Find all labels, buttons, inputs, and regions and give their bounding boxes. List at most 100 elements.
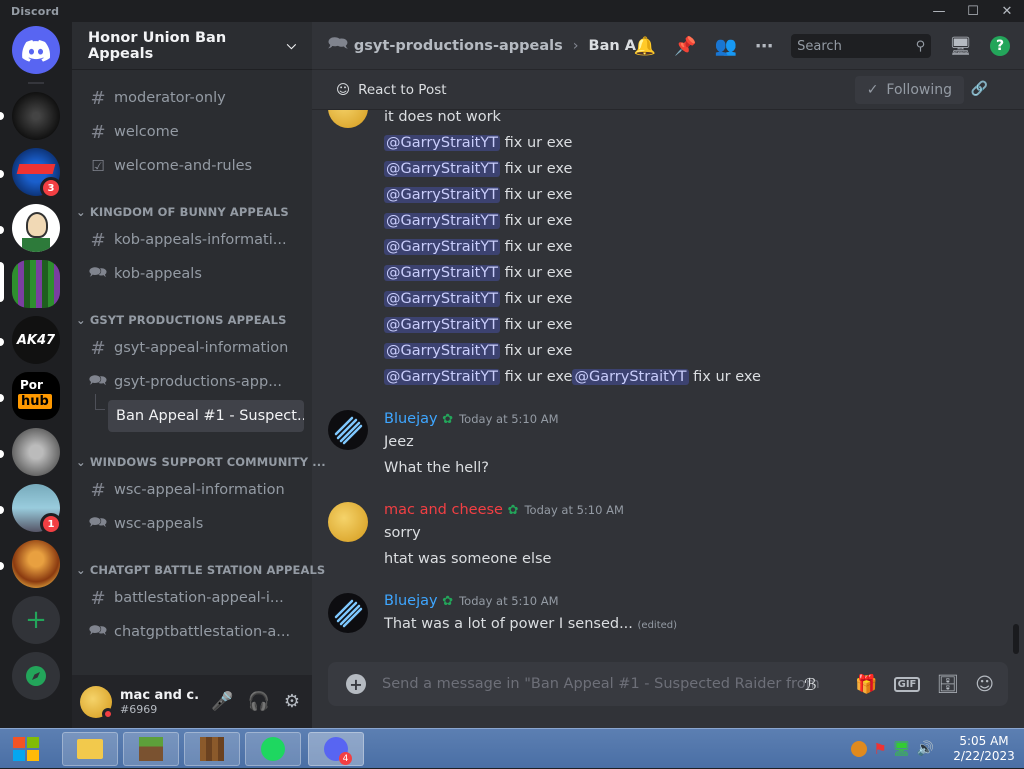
pin-icon[interactable]: 📌 bbox=[674, 36, 696, 57]
file-explorer-icon[interactable] bbox=[62, 732, 118, 766]
server-cartoon-icon[interactable] bbox=[12, 204, 60, 252]
server-tank-icon[interactable] bbox=[12, 428, 60, 476]
mention[interactable]: @GarryStraitYT bbox=[572, 369, 689, 385]
message-text: sorry bbox=[384, 525, 421, 541]
windows-taskbar: 4 ⚑ 🖥 🔊 5:05 AM 2/22/2023 bbox=[0, 728, 1024, 768]
channel-kob-appeals-information[interactable]: # kob-appeals-informati... bbox=[80, 224, 304, 256]
channel-gsyt-productions-appeals[interactable]: 🗪 gsyt-productions-app... bbox=[80, 366, 304, 398]
channel-chatgptbattlestation-appeals[interactable]: 🗪 chatgptbattlestation-a... bbox=[80, 616, 304, 648]
channel-wsc-appeal-information[interactable]: # wsc-appeal-information bbox=[80, 474, 304, 506]
mention[interactable]: @GarryStraitYT bbox=[384, 291, 501, 307]
message-text: @GarryStraitYT fix ur exe bbox=[384, 213, 573, 229]
message-composer[interactable]: + Send a message in "Ban Appeal #1 - Sus… bbox=[328, 662, 1008, 706]
category-kob[interactable]: ⌄ KINGDOM OF BUNNY APPEALS bbox=[76, 205, 289, 219]
server-dark-icon[interactable] bbox=[12, 92, 60, 140]
avatar[interactable] bbox=[328, 502, 368, 542]
bell-icon[interactable]: 🔔 bbox=[634, 36, 656, 57]
home-discord-icon[interactable] bbox=[12, 26, 60, 74]
members-icon[interactable]: 👥 bbox=[715, 36, 737, 57]
message-input[interactable]: Send a message in "Ban Appeal #1 - Suspe… bbox=[382, 676, 822, 692]
react-to-post-button[interactable]: ☺ React to Post bbox=[336, 82, 447, 98]
message-text: @GarryStraitYT fix ur exe bbox=[384, 187, 573, 203]
close-button[interactable]: ✕ bbox=[990, 0, 1024, 22]
mention[interactable]: @GarryStraitYT bbox=[384, 317, 501, 333]
mention[interactable]: @GarryStraitYT bbox=[384, 161, 501, 177]
channel-welcome-and-rules[interactable]: ☑ welcome-and-rules bbox=[80, 150, 304, 182]
channel-kob-appeals[interactable]: 🗪 kob-appeals bbox=[80, 258, 304, 290]
channel-sidebar: Honor Union Ban Appeals ⌵ # moderator-onl… bbox=[72, 22, 326, 728]
server-ak47-icon[interactable]: AK47 bbox=[12, 316, 60, 364]
channel-battlestation-appeal-info[interactable]: # battlestation-appeal-i... bbox=[80, 582, 304, 614]
start-button[interactable] bbox=[0, 732, 52, 766]
server-rail: 3 AK47 Por hub 1 + bbox=[0, 22, 72, 728]
headphones-icon[interactable]: 🎧 bbox=[247, 691, 269, 712]
guild-header[interactable]: Honor Union Ban Appeals ⌵ bbox=[72, 22, 312, 70]
channel-gsyt-appeal-information[interactable]: # gsyt-appeal-information bbox=[80, 332, 304, 364]
gif-button[interactable]: GIF bbox=[893, 676, 921, 692]
flag-icon[interactable]: ⚑ bbox=[873, 740, 886, 758]
gear-icon[interactable]: ⚙ bbox=[284, 691, 300, 712]
author-name[interactable]: Bluejay bbox=[384, 593, 438, 609]
unread-badge: 1 bbox=[40, 513, 62, 535]
minecraft-icon[interactable] bbox=[184, 732, 240, 766]
mention[interactable]: @GarryStraitYT bbox=[384, 135, 501, 151]
category-wsc[interactable]: ⌄ WINDOWS SUPPORT COMMUNITY ... bbox=[76, 455, 326, 469]
chevron-icon[interactable] bbox=[851, 741, 868, 757]
sprout-badge-icon: ✿ bbox=[442, 412, 454, 427]
spotify-icon[interactable] bbox=[245, 732, 301, 766]
guild-name: Honor Union Ban Appeals bbox=[88, 29, 227, 62]
avatar[interactable] bbox=[80, 685, 114, 720]
gift-icon[interactable]: 🎁 bbox=[855, 674, 877, 695]
server-burger-icon[interactable] bbox=[12, 540, 60, 588]
avatar[interactable] bbox=[328, 593, 368, 633]
timestamp: Today at 5:10 AM bbox=[459, 594, 559, 608]
mention[interactable]: @GarryStraitYT bbox=[384, 213, 501, 229]
author-name[interactable]: mac and cheese bbox=[384, 502, 503, 518]
forum-icon: 🗪 bbox=[88, 262, 108, 281]
user-name-block[interactable]: mac and c... #6969 bbox=[120, 688, 200, 716]
inbox-icon[interactable]: 🖥 bbox=[949, 36, 972, 57]
channel-welcome[interactable]: # welcome bbox=[80, 116, 304, 148]
breadcrumb-forum[interactable]: gsyt-productions-appeals bbox=[354, 38, 563, 54]
network-icon[interactable]: 🖥 bbox=[893, 741, 911, 757]
minimize-button[interactable]: — bbox=[922, 0, 956, 22]
minecraft-launcher-icon[interactable] bbox=[123, 732, 179, 766]
message-text: htat was someone else bbox=[384, 551, 552, 567]
more-icon[interactable]: ⋯ bbox=[755, 36, 773, 57]
help-icon[interactable]: ? bbox=[990, 36, 1010, 56]
link-icon[interactable]: 🔗 bbox=[971, 81, 988, 97]
mention[interactable]: @GarryStraitYT bbox=[384, 187, 501, 203]
category-chatgpt[interactable]: ⌄ CHATGPT BATTLE STATION APPEALS bbox=[76, 563, 325, 577]
avatar[interactable] bbox=[328, 110, 368, 128]
upload-plus-icon[interactable]: + bbox=[346, 674, 366, 694]
server-hub-icon[interactable]: Por hub bbox=[12, 372, 60, 420]
author-name[interactable]: Bluejay bbox=[384, 411, 438, 427]
discord-taskbar-icon[interactable]: 4 bbox=[308, 732, 364, 766]
category-gsyt[interactable]: ⌄ GSYT PRODUCTIONS APPEALS bbox=[76, 313, 286, 327]
mention[interactable]: @GarryStraitYT bbox=[384, 265, 501, 281]
emoji-icon[interactable]: ☺ bbox=[975, 674, 994, 695]
message-header: Bluejay ✿ Today at 5:10 AM bbox=[384, 411, 559, 427]
volume-icon[interactable]: 🔊 bbox=[917, 741, 934, 757]
mention[interactable]: @GarryStraitYT bbox=[384, 239, 501, 255]
channel-moderator-only[interactable]: # moderator-only bbox=[80, 82, 304, 114]
channel-wsc-appeals[interactable]: 🗪 wsc-appeals bbox=[80, 508, 304, 540]
clock[interactable]: 5:05 AM 2/22/2023 bbox=[944, 734, 1024, 764]
thread-ban-appeal-1[interactable]: Ban Appeal #1 - Suspect... bbox=[108, 400, 304, 432]
sticker-icon[interactable]: 🗄 bbox=[936, 674, 959, 695]
check-icon: ✓ bbox=[866, 82, 879, 98]
text-channel-icon: # bbox=[90, 587, 106, 609]
add-server-icon[interactable]: + bbox=[12, 596, 60, 644]
explore-servers-icon[interactable] bbox=[12, 652, 60, 700]
mention[interactable]: @GarryStraitYT bbox=[384, 343, 501, 359]
microphone-icon[interactable]: 🎤 bbox=[211, 691, 233, 712]
search-input[interactable]: Search ⚲ bbox=[791, 34, 932, 58]
scrollbar[interactable] bbox=[1013, 624, 1019, 654]
search-icon: ⚲ bbox=[915, 38, 926, 54]
mention[interactable]: @GarryStraitYT bbox=[384, 369, 501, 385]
maximize-button[interactable]: ☐ bbox=[956, 0, 990, 22]
text-channel-icon: # bbox=[90, 337, 106, 359]
avatar[interactable] bbox=[328, 410, 368, 450]
server-stripes-icon[interactable] bbox=[12, 260, 60, 308]
following-button[interactable]: ✓ Following bbox=[854, 76, 964, 104]
